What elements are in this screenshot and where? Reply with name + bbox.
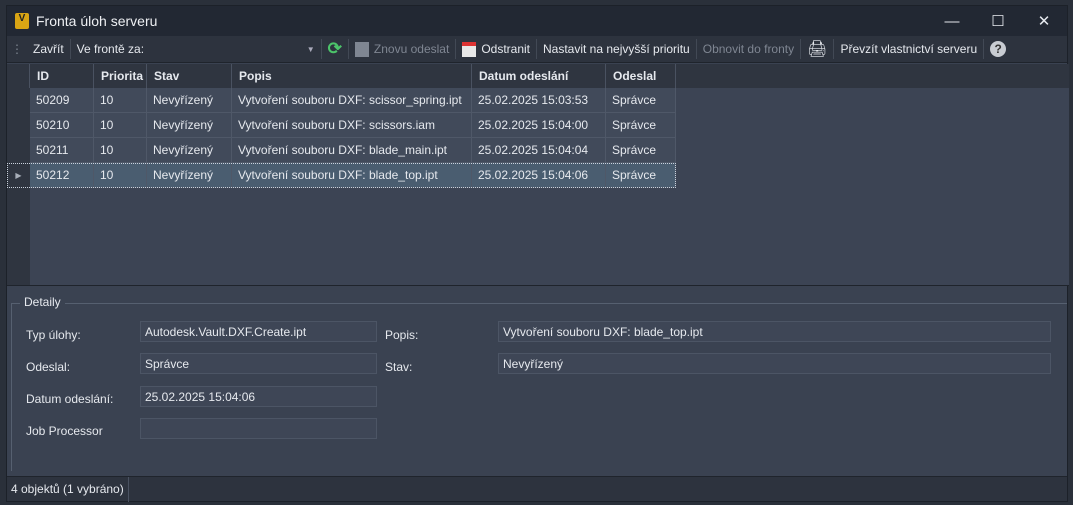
help-button[interactable]: ? — [984, 36, 1012, 63]
job-queue-window: V Fronta úloh serveru — ☐ ✕ ⋮ Zavřít Ve … — [6, 5, 1069, 502]
minimize-button[interactable]: — — [929, 6, 975, 36]
close-button[interactable]: Zavřít — [27, 36, 70, 63]
status-text: 4 objektů (1 vybráno) — [7, 476, 129, 502]
cell-date[interactable]: 25.02.2025 15:03:53 — [472, 88, 606, 113]
refresh-icon: ⟳ — [327, 39, 342, 58]
chevron-down-icon: ▼ — [306, 44, 315, 54]
resubmit-icon — [354, 41, 369, 57]
status-bar: 4 objektů (1 vybráno) — [7, 476, 1067, 502]
column-header-status[interactable]: Stav — [147, 64, 232, 88]
take-ownership-button[interactable]: Převzít vlastnictví serveru — [834, 36, 983, 63]
cell-date[interactable]: 25.02.2025 15:04:00 — [472, 113, 606, 138]
remove-label: Odstranit — [481, 42, 530, 56]
cell-submitted-by[interactable]: Správce — [606, 113, 676, 138]
resubmit-button[interactable]: Znovu odeslat — [349, 36, 455, 63]
queued-for-label: Ve frontě za: — [76, 42, 145, 56]
cell-status[interactable]: Nevyřízený — [147, 88, 232, 113]
job-type-field[interactable]: Autodesk.Vault.DXF.Create.ipt — [140, 321, 377, 342]
toolbar: ⋮ Zavřít Ve frontě za: ▼ ⟳ Znovu odeslat … — [7, 36, 1067, 63]
cell-status[interactable]: Nevyřízený — [147, 113, 232, 138]
cell-date[interactable]: 25.02.2025 15:04:06 — [472, 163, 606, 188]
cell-priority[interactable]: 10 — [94, 113, 147, 138]
toolbar-grip-icon[interactable]: ⋮ — [7, 42, 27, 56]
cell-description[interactable]: Vytvoření souboru DXF: blade_main.ipt — [232, 138, 472, 163]
date-field[interactable]: 25.02.2025 15:04:06 — [140, 386, 377, 407]
cell-id[interactable]: 50210 — [30, 113, 94, 138]
help-icon: ? — [990, 41, 1007, 57]
details-group: Detaily Typ úlohy: Autodesk.Vault.DXF.Cr… — [11, 295, 1067, 471]
table-row[interactable]: 50209 10 Nevyřízený Vytvoření souboru DXF: … — [7, 88, 676, 113]
submitted-by-field[interactable]: Správce — [140, 353, 377, 374]
cell-priority[interactable]: 10 — [94, 163, 147, 188]
requeue-button[interactable]: Obnovit do fronty — [697, 36, 800, 63]
status-label: Stav: — [385, 360, 413, 374]
cell-status[interactable]: Nevyřízený — [147, 138, 232, 163]
cell-priority[interactable]: 10 — [94, 138, 147, 163]
cell-priority[interactable]: 10 — [94, 88, 147, 113]
print-button[interactable]: 🖨 — [801, 36, 833, 63]
status-field[interactable]: Nevyřízený — [498, 353, 1051, 374]
cell-id[interactable]: 50209 — [30, 88, 94, 113]
cell-date[interactable]: 25.02.2025 15:04:04 — [472, 138, 606, 163]
job-processor-field[interactable] — [140, 418, 377, 439]
cell-id[interactable]: 50211 — [30, 138, 94, 163]
column-header-priority[interactable]: Priorita — [94, 64, 147, 88]
column-header-date[interactable]: Datum odeslání — [472, 64, 606, 88]
vault-app-icon: V — [15, 13, 29, 29]
job-type-label: Typ úlohy: — [26, 328, 81, 342]
cell-submitted-by[interactable]: Správce — [606, 163, 676, 188]
current-row-indicator-icon[interactable]: ▶ — [7, 163, 30, 188]
column-header-description[interactable]: Popis — [232, 64, 472, 88]
printer-icon: 🖨 — [807, 41, 828, 58]
table-row[interactable]: 50210 10 Nevyřízený Vytvoření souboru DXF: … — [7, 113, 676, 138]
queued-for-dropdown[interactable]: Ve frontě za: ▼ — [71, 36, 321, 63]
window-title: Fronta úloh serveru — [36, 13, 158, 29]
column-header-id[interactable]: ID — [30, 64, 94, 88]
description-field[interactable]: Vytvoření souboru DXF: blade_top.ipt — [498, 321, 1051, 342]
resubmit-label: Znovu odeslat — [373, 42, 450, 56]
details-legend: Detaily — [20, 295, 65, 309]
top-priority-button[interactable]: Nastavit na nejvyšší prioritu — [537, 36, 696, 63]
cell-status[interactable]: Nevyřízený — [147, 163, 232, 188]
remove-icon — [462, 41, 477, 57]
corner-header — [7, 64, 30, 88]
cell-id[interactable]: 50212 — [30, 163, 94, 188]
maximize-button[interactable]: ☐ — [975, 6, 1021, 36]
job-grid: ID Priorita Stav Popis Datum odeslání Od… — [7, 64, 1069, 286]
row-header[interactable] — [7, 138, 30, 163]
cell-description[interactable]: Vytvoření souboru DXF: blade_top.ipt — [232, 163, 472, 188]
close-window-button[interactable]: ✕ — [1021, 6, 1067, 36]
refresh-button[interactable]: ⟳ — [322, 36, 348, 63]
cell-description[interactable]: Vytvoření souboru DXF: scissors.iam — [232, 113, 472, 138]
grid-header: ID Priorita Stav Popis Datum odeslání Od… — [7, 64, 1069, 88]
description-label: Popis: — [385, 328, 419, 342]
remove-button[interactable]: Odstranit — [456, 36, 536, 63]
column-header-submitted-by[interactable]: Odeslal — [606, 64, 676, 88]
title-bar: V Fronta úloh serveru — ☐ ✕ — [7, 6, 1067, 36]
submitted-by-label: Odeslal: — [26, 360, 71, 374]
table-row[interactable]: ▶ 50212 10 Nevyřízený Vytvoření souboru DXF:… — [7, 163, 676, 188]
job-processor-label: Job Processor — [26, 424, 103, 438]
row-header[interactable] — [7, 88, 30, 113]
cell-submitted-by[interactable]: Správce — [606, 138, 676, 163]
row-header[interactable] — [7, 113, 30, 138]
table-row[interactable]: 50211 10 Nevyřízený Vytvoření souboru DXF: … — [7, 138, 676, 163]
cell-submitted-by[interactable]: Správce — [606, 88, 676, 113]
cell-description[interactable]: Vytvoření souboru DXF: scissor_spring.ip… — [232, 88, 472, 113]
date-label: Datum odeslání: — [26, 392, 114, 406]
